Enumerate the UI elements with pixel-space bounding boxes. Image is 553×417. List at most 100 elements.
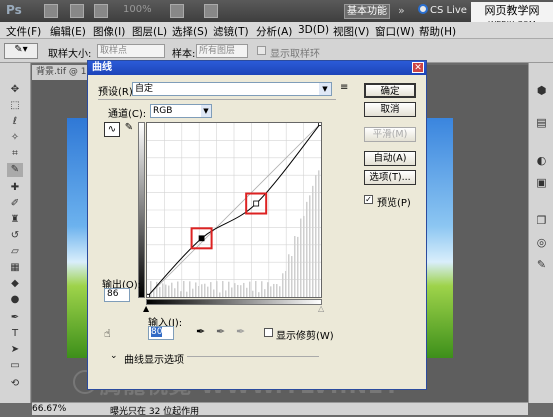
curve-display-options-label[interactable]: 曲线显示选项 <box>124 351 187 366</box>
output-field[interactable]: 86 <box>104 288 130 302</box>
panel-channels-icon[interactable]: ◎ <box>534 235 549 250</box>
histogram-bar <box>162 283 164 297</box>
histogram-bar <box>171 282 173 297</box>
site-title: 网页教学网 <box>484 4 540 17</box>
channel-label: 通道(C): <box>108 109 147 120</box>
close-icon[interactable]: ✕ <box>412 62 424 73</box>
curve-point[interactable] <box>198 235 205 242</box>
marquee-tool-icon[interactable]: ⬚ <box>7 99 23 113</box>
expand-chevron-icon[interactable]: ⌄ <box>110 351 118 361</box>
black-eyedropper-icon[interactable]: ✒ <box>196 325 205 338</box>
curve-grid[interactable] <box>147 123 321 297</box>
histogram-bar <box>276 284 278 297</box>
ok-button[interactable]: 确定 <box>364 83 416 98</box>
histogram-bar <box>288 254 290 297</box>
histogram-bar <box>150 281 152 297</box>
arrange-documents-icon[interactable] <box>170 4 184 18</box>
menu-analysis[interactable]: 分析(A) <box>256 24 292 39</box>
bridge-icon[interactable] <box>44 4 58 18</box>
zoom-level[interactable]: 100% <box>123 4 152 15</box>
curve-point[interactable] <box>318 123 322 126</box>
eraser-tool-icon[interactable]: ▱ <box>7 245 23 259</box>
black-point-slider-icon[interactable]: ▲ <box>143 304 149 313</box>
brush-tool-icon[interactable]: ✐ <box>7 197 23 211</box>
preset-options-icon[interactable]: ≡ <box>340 82 348 93</box>
chevron-down-icon[interactable]: ▼ <box>201 105 211 117</box>
menu-layer[interactable]: 图层(L) <box>132 24 167 39</box>
curve-point[interactable] <box>147 294 150 298</box>
auto-button[interactable]: 自动(A) <box>364 151 416 166</box>
dodge-tool-icon[interactable]: ● <box>7 293 23 307</box>
view-extras-icon[interactable] <box>94 4 108 18</box>
cs-live-icon[interactable] <box>418 4 428 14</box>
chevron-right-icon[interactable]: » <box>398 4 405 17</box>
pencil-draw-icon[interactable]: ✎ <box>123 122 135 137</box>
chevron-down-icon[interactable]: ▼ <box>319 83 331 95</box>
histogram-bar <box>249 281 251 297</box>
histogram-bar <box>165 284 167 297</box>
smooth-button[interactable]: 平滑(M) <box>364 127 416 142</box>
panel-adjustments-icon[interactable]: ◐ <box>534 153 549 168</box>
screen-mode-icon[interactable] <box>204 4 218 18</box>
histogram-bar <box>267 282 269 297</box>
show-clipping-checkbox[interactable] <box>264 328 273 337</box>
on-image-adjust-icon[interactable]: ☝ <box>104 327 111 340</box>
input-field[interactable]: 80 <box>148 326 174 340</box>
white-eyedropper-icon[interactable]: ✒ <box>236 325 245 338</box>
menu-filter[interactable]: 滤镜(T) <box>213 24 249 39</box>
panel-layers-icon[interactable]: ❐ <box>534 213 549 228</box>
panel-3d-icon[interactable]: ⬢ <box>534 83 549 98</box>
menu-window[interactable]: 窗口(W) <box>375 24 415 39</box>
sample-size-select[interactable]: 取样点 <box>97 44 165 58</box>
cs-live-label[interactable]: CS Live <box>430 5 467 16</box>
eyedropper-preset-icon[interactable]: ✎▾ <box>4 43 38 59</box>
show-ring-checkbox[interactable] <box>257 46 266 55</box>
pen-tool-icon[interactable]: ✒ <box>7 311 23 325</box>
3d-rotate-tool-icon[interactable]: ⟲ <box>7 377 23 391</box>
histogram-bar <box>273 283 275 297</box>
menu-select[interactable]: 选择(S) <box>172 24 208 39</box>
preview-checkbox[interactable]: ✓ <box>364 195 373 204</box>
menu-3d[interactable]: 3D(D) <box>298 24 329 36</box>
channel-select[interactable]: RGB ▼ <box>150 104 212 118</box>
white-point-slider-icon[interactable]: △ <box>318 304 324 313</box>
curve-graph[interactable] <box>146 122 322 298</box>
panel-masks-icon[interactable]: ▣ <box>534 175 549 190</box>
blur-tool-icon[interactable]: ◆ <box>7 277 23 291</box>
menu-edit[interactable]: 编辑(E) <box>50 24 86 39</box>
histogram-bar <box>255 281 257 297</box>
menu-file[interactable]: 文件(F) <box>6 24 41 39</box>
preset-select[interactable]: 自定 ▼ <box>132 82 332 96</box>
menu-help[interactable]: 帮助(H) <box>419 24 456 39</box>
curve-point[interactable] <box>253 200 260 207</box>
path-select-tool-icon[interactable]: ➤ <box>7 343 23 357</box>
histogram-bar <box>168 285 170 297</box>
menu-image[interactable]: 图像(I) <box>93 24 125 39</box>
healing-tool-icon[interactable]: ✚ <box>7 181 23 195</box>
stamp-tool-icon[interactable]: ♜ <box>7 213 23 227</box>
workspace-button[interactable]: 基本功能 <box>344 4 390 19</box>
histogram-bar <box>210 282 212 297</box>
histogram-bar <box>234 283 236 297</box>
curve-edit-icon[interactable]: ∿ <box>104 122 120 137</box>
gradient-tool-icon[interactable]: ▦ <box>7 261 23 275</box>
gray-eyedropper-icon[interactable]: ✒ <box>216 325 225 338</box>
crop-tool-icon[interactable]: ⌗ <box>7 147 23 161</box>
cancel-button[interactable]: 取消 <box>364 102 416 117</box>
eyedropper-tool-icon[interactable]: ✎ <box>7 163 23 177</box>
histogram-bar <box>300 218 302 297</box>
panel-history-icon[interactable]: ▤ <box>534 115 549 130</box>
shape-tool-icon[interactable]: ▭ <box>7 359 23 373</box>
lasso-tool-icon[interactable]: ℓ <box>7 115 23 129</box>
options-button[interactable]: 选项(T)... <box>364 170 416 185</box>
status-zoom[interactable]: 66.67% <box>32 404 66 414</box>
menu-view[interactable]: 视图(V) <box>333 24 369 39</box>
sample-select[interactable]: 所有图层 <box>196 44 248 58</box>
mini-bridge-icon[interactable] <box>70 4 84 18</box>
type-tool-icon[interactable]: T <box>7 327 23 341</box>
history-brush-icon[interactable]: ↺ <box>7 229 23 243</box>
panel-paths-icon[interactable]: ✎ <box>534 257 549 272</box>
curves-dialog: 曲线 ✕ 预设(R): 自定 ▼ ≡ 通道(C): RGB ▼ ∿ ✎ ▲ △ … <box>87 60 427 390</box>
move-tool-icon[interactable]: ✥ <box>7 83 23 97</box>
quick-select-tool-icon[interactable]: ✧ <box>7 131 23 145</box>
